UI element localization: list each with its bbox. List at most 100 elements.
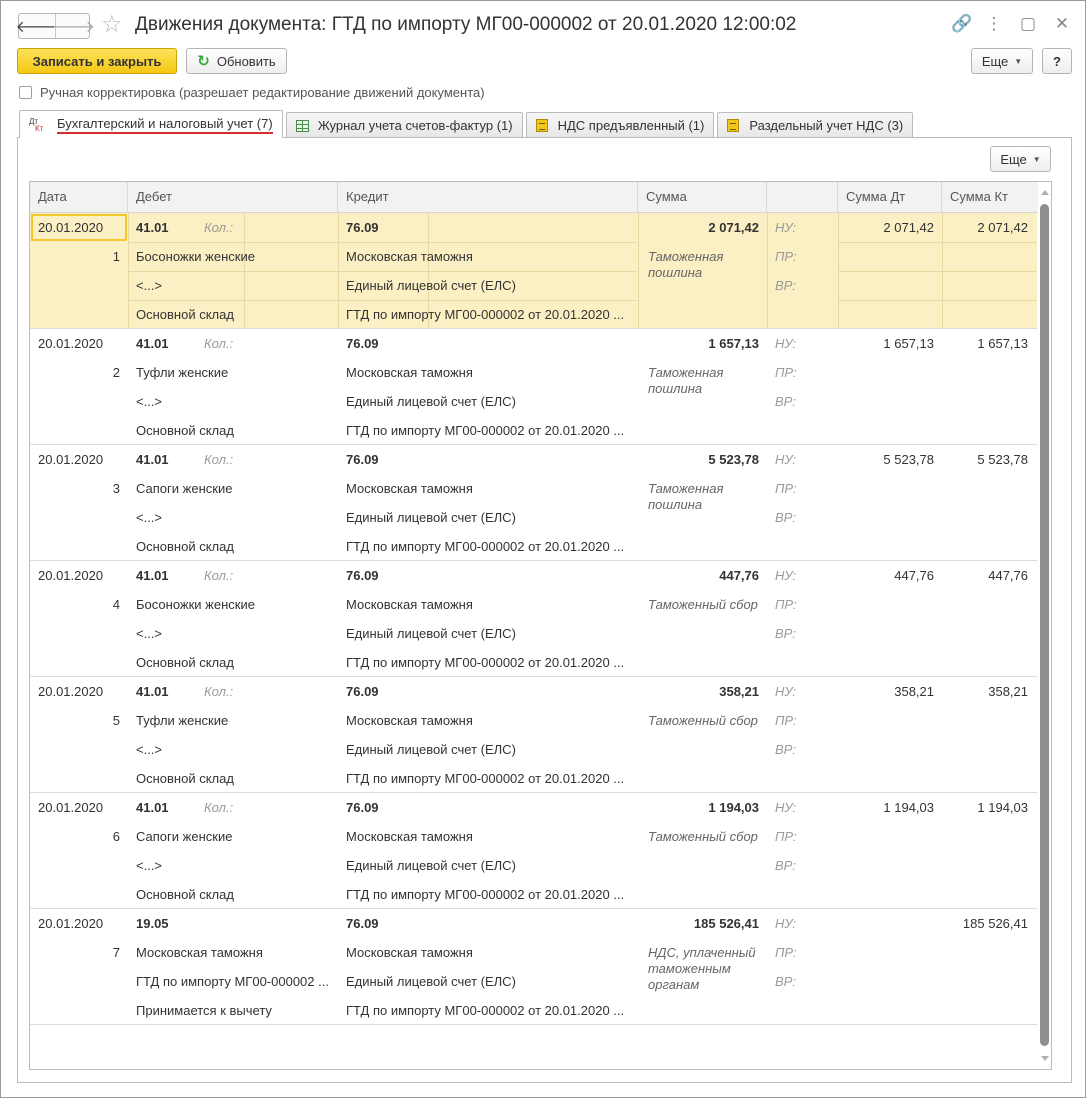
help-label: ? [1053, 53, 1061, 69]
column-header-sum-dt[interactable]: Сумма Дт [838, 182, 942, 212]
column-header-debit[interactable]: Дебет [128, 182, 338, 212]
cell-divider [838, 300, 1037, 301]
credit-subconto-2: Единый лицевой счет (ЕЛС) [346, 626, 516, 641]
debit-subconto-3: Основной склад [136, 655, 234, 670]
debit-subconto-3: Основной склад [136, 539, 234, 554]
pr-label: ПР: [775, 365, 797, 380]
register-tabs: Дт Кт Бухгалтерский и налоговый учет (7) … [19, 110, 916, 138]
scroll-up-icon[interactable] [1041, 190, 1049, 195]
credit-subconto-1: Московская таможня [346, 945, 473, 960]
column-header-amount[interactable]: Сумма [638, 182, 767, 212]
sum-dt: 2 071,42 [883, 220, 934, 235]
scroll-down-icon[interactable] [1041, 1056, 1049, 1061]
table-row[interactable]: 20.01.2020 2 41.01 Кол.: Туфли женские <...> О… [30, 329, 1037, 445]
pr-label: ПР: [775, 249, 797, 264]
entry-amount: 2 071,42 [708, 220, 759, 235]
manual-edit-checkbox[interactable] [19, 86, 32, 99]
tab-invoice-journal[interactable]: Журнал учета счетов-фактур (1) [285, 112, 523, 138]
debit-qty-label: Кол.: [204, 568, 234, 583]
back-arrow-icon[interactable]: 🡐 [16, 14, 59, 38]
credit-subconto-1: Московская таможня [346, 713, 473, 728]
pr-label: ПР: [775, 713, 797, 728]
forward-arrow-icon[interactable]: 🡒 [52, 14, 95, 38]
entry-number: 6 [112, 829, 120, 844]
entry-date: 20.01.2020 [38, 336, 104, 351]
table-row[interactable]: 20.01.2020 5 41.01 Кол.: Туфли женские <...> О… [30, 677, 1037, 793]
manual-edit-label[interactable]: Ручная корректировка (разрешает редактир… [40, 85, 485, 100]
link-icon[interactable]: 🔗 [951, 15, 972, 33]
sum-dt: 358,21 [894, 684, 934, 699]
close-icon[interactable]: ✕ [1053, 15, 1071, 33]
nu-label: НУ: [775, 220, 797, 235]
vertical-scrollbar[interactable] [1038, 182, 1051, 1069]
credit-subconto-2: Единый лицевой счет (ЕЛС) [346, 742, 516, 757]
table-row[interactable]: 20.01.2020 4 41.01 Кол.: Босоножки женские <.… [30, 561, 1037, 677]
panel-more-button[interactable]: Еще ▼ [990, 146, 1051, 172]
vr-label: ВР: [775, 394, 796, 409]
tab-vat-presented[interactable]: НДС предъявленный (1) [525, 112, 715, 138]
refresh-button[interactable]: ↻ Обновить [186, 48, 287, 74]
debit-subconto-2: <...> [136, 510, 163, 525]
cell-divider [838, 271, 1037, 272]
credit-subconto-2: Единый лицевой счет (ЕЛС) [346, 974, 516, 989]
debit-subconto-1: Сапоги женские [136, 829, 233, 844]
debit-subconto-2: <...> [136, 626, 163, 641]
entries-grid[interactable]: Дата Дебет Кредит Сумма Сумма Дт Сумма К… [29, 181, 1052, 1070]
table-row[interactable]: 20.01.2020 6 41.01 Кол.: Сапоги женские <...>… [30, 793, 1037, 909]
table-row[interactable]: 20.01.2020 3 41.01 Кол.: Сапоги женские <...>… [30, 445, 1037, 561]
tab-separate-vat[interactable]: Раздельный учет НДС (3) [717, 112, 914, 138]
help-button[interactable]: ? [1042, 48, 1072, 74]
pr-label: ПР: [775, 829, 797, 844]
entry-content: Таможенный сбор [648, 713, 758, 728]
entry-number: 5 [112, 713, 120, 728]
tab-label: Бухгалтерский и налоговый учет (7) [57, 116, 273, 134]
column-header-sum-kt[interactable]: Сумма Кт [942, 182, 1038, 212]
debit-subconto-3: Основной склад [136, 307, 234, 322]
save-and-close-button[interactable]: Записать и закрыть [17, 48, 177, 74]
table-row[interactable]: 20.01.2020 1 41.01 Кол.: Босоножки женские <.… [30, 213, 1037, 329]
entry-number: 1 [112, 249, 120, 264]
register-doc-icon [727, 119, 740, 132]
entry-date: 20.01.2020 [38, 916, 104, 931]
debit-subconto-2: ГТД по импорту МГ00-000002 ... [136, 974, 329, 989]
more-button[interactable]: Еще ▼ [971, 48, 1033, 74]
entry-content: Таможенная пошлина [648, 249, 724, 280]
entry-amount: 1 657,13 [708, 336, 759, 351]
star-icon[interactable]: ☆ [101, 11, 123, 39]
more-label: Еще [981, 53, 1009, 69]
debit-subconto-2: <...> [136, 742, 163, 757]
entry-number: 4 [112, 597, 120, 612]
debit-qty-label: Кол.: [204, 452, 234, 467]
credit-subconto-3: ГТД по импорту МГ00-000002 от 20.01.2020… [346, 307, 625, 322]
credit-account: 76.09 [346, 800, 379, 815]
entry-number: 7 [112, 945, 120, 960]
debit-account: 41.01 [136, 220, 169, 235]
scroll-thumb[interactable] [1040, 204, 1049, 1046]
debit-subconto-2: <...> [136, 278, 163, 293]
tab-accounting[interactable]: Дт Кт Бухгалтерский и налоговый учет (7) [19, 110, 283, 138]
entry-date: 20.01.2020 [38, 452, 104, 467]
column-header-accounting-type[interactable] [767, 182, 838, 212]
panel-more-label: Еще [1000, 151, 1027, 167]
cell-divider [767, 213, 768, 329]
credit-subconto-3: ГТД по импорту МГ00-000002 от 20.01.2020… [346, 1003, 625, 1018]
debit-subconto-1: Сапоги женские [136, 481, 233, 496]
credit-subconto-1: Московская таможня [346, 597, 473, 612]
entry-number: 3 [112, 481, 120, 496]
more-vertical-icon[interactable]: ⋮ [985, 15, 1003, 33]
tab-label: Раздельный учет НДС (3) [749, 118, 904, 133]
vr-label: ВР: [775, 858, 796, 873]
debit-qty-label: Кол.: [204, 800, 234, 815]
tab-label: Журнал учета счетов-фактур (1) [317, 118, 513, 133]
entry-number: 2 [112, 365, 120, 380]
vr-label: ВР: [775, 626, 796, 641]
window-title: Движения документа: ГТД по импорту МГ00-… [135, 14, 797, 35]
pr-label: ПР: [775, 945, 797, 960]
column-header-credit[interactable]: Кредит [338, 182, 638, 212]
table-row[interactable]: 20.01.2020 7 19.05 Московская таможня ГТД по… [30, 909, 1037, 1025]
column-header-date[interactable]: Дата [30, 182, 128, 212]
entry-amount: 185 526,41 [693, 916, 759, 931]
window-controls: 🔗 ⋮ ▢ ✕ [951, 15, 1071, 33]
sum-dt: 1 657,13 [883, 336, 934, 351]
restore-icon[interactable]: ▢ [1019, 15, 1037, 33]
